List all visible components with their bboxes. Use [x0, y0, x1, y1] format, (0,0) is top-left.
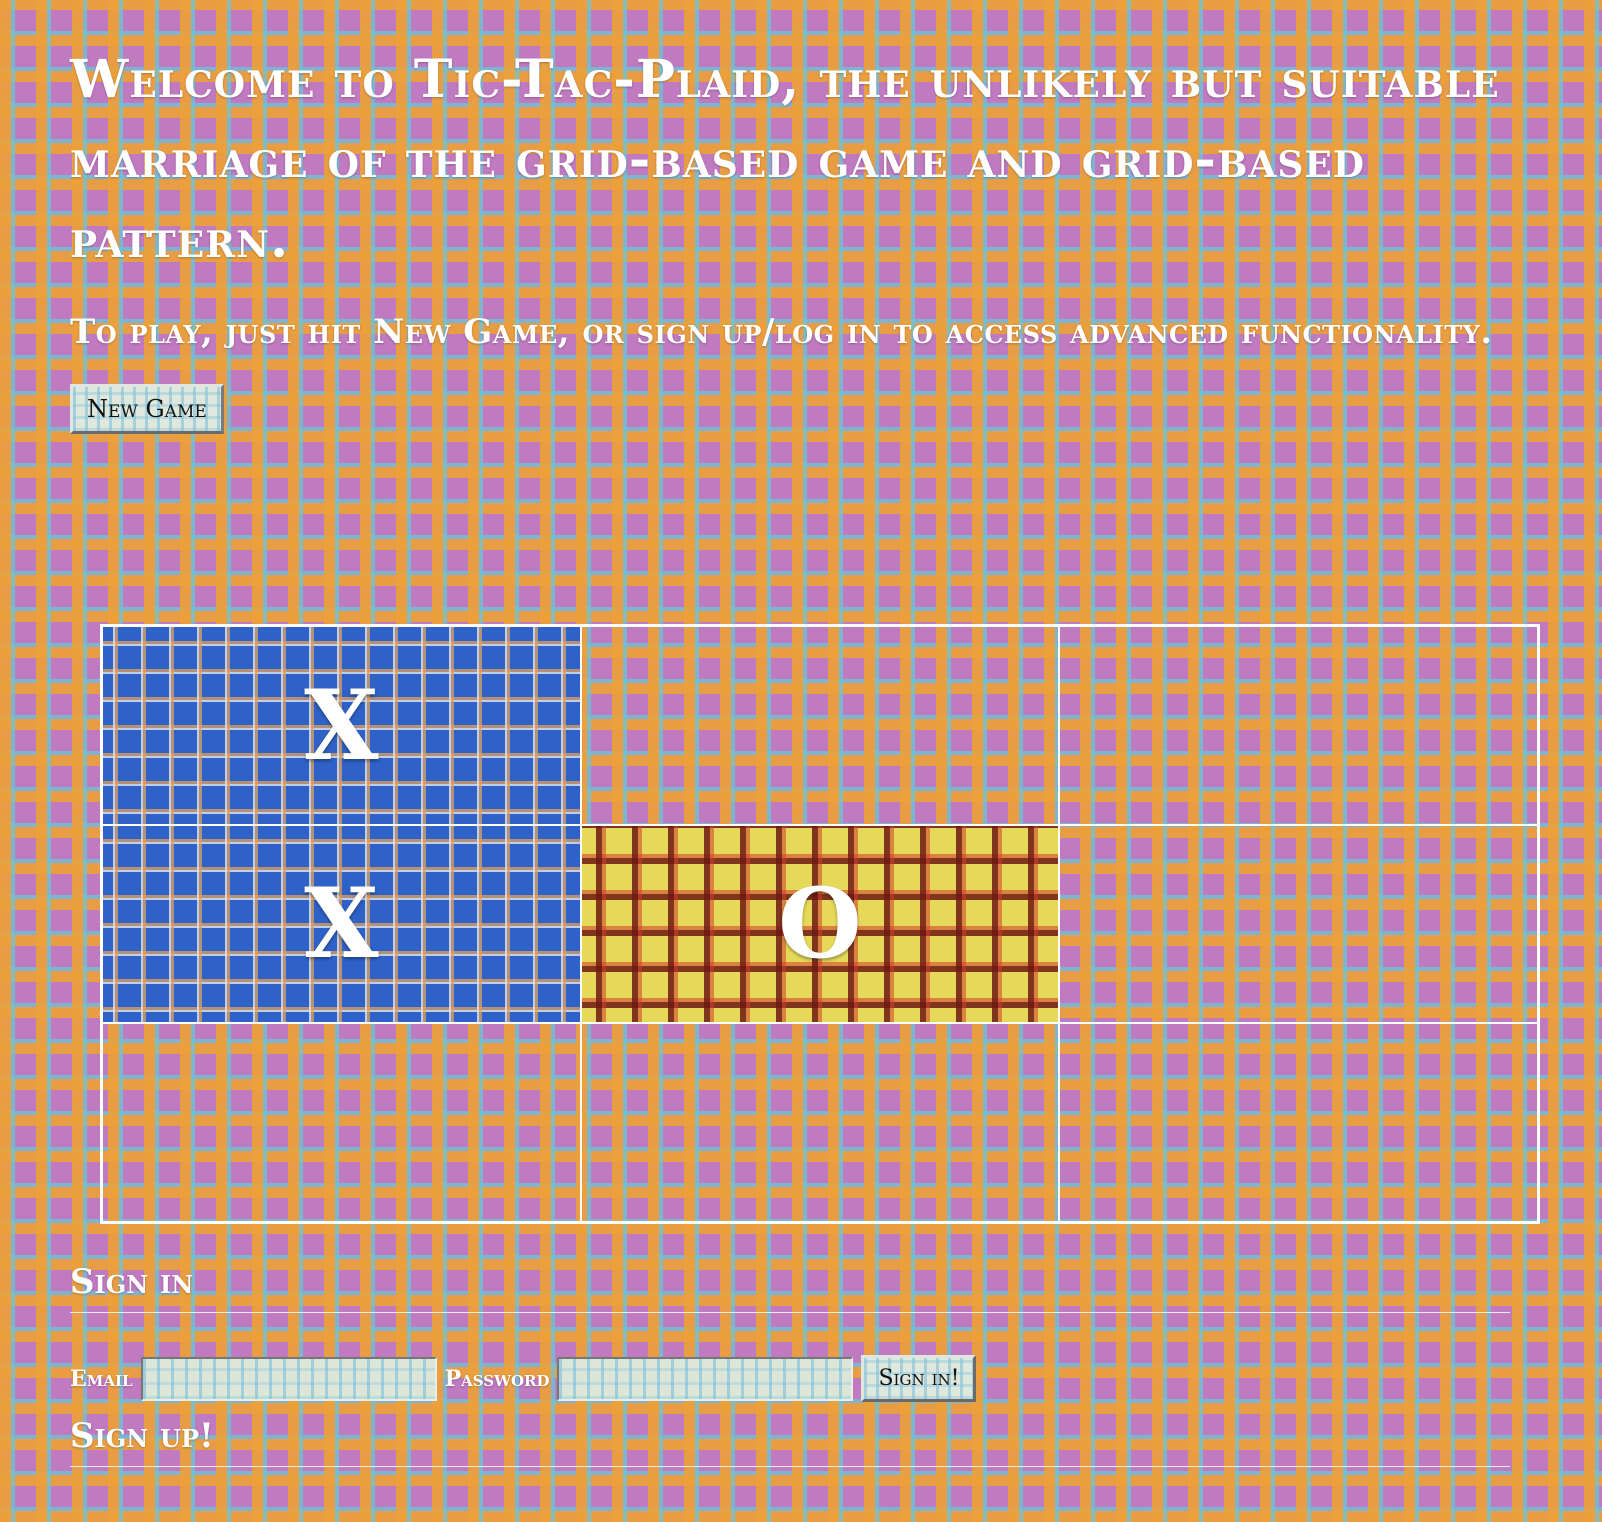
signin-button[interactable]: Sign in! [861, 1355, 977, 1402]
password-field[interactable] [557, 1356, 854, 1401]
board-cell-5[interactable]: O [580, 824, 1060, 1024]
new-game-button[interactable]: New Game [70, 384, 224, 434]
signup-link[interactable]: Sign up! [70, 1416, 1510, 1467]
board-cell-6[interactable] [1059, 824, 1538, 1024]
welcome-heading: Welcome to Tic-Tac-Plaid, the unlikely b… [70, 49, 1500, 270]
board-cell-7[interactable] [102, 1023, 581, 1222]
game-board: X X O [100, 624, 1540, 1224]
board-cell-8[interactable] [580, 1023, 1060, 1222]
board-cell-1[interactable]: X [102, 626, 581, 825]
board-cell-9[interactable] [1059, 1023, 1538, 1222]
auth-section: Sign in Email Password Sign in! Sign up! [70, 1262, 1510, 1467]
signin-title: Sign in [70, 1262, 1510, 1313]
board-cell-2[interactable] [580, 626, 1060, 825]
board-cell-4[interactable]: X [102, 824, 581, 1024]
email-label: Email [70, 1365, 133, 1392]
instructions-text: To play, just hit New Game, or sign up/l… [70, 312, 1493, 352]
board-cell-3[interactable] [1059, 626, 1538, 825]
signin-form: Email Password Sign in! [70, 1355, 1510, 1402]
password-label: Password [444, 1365, 550, 1392]
intro-section: Welcome to Tic-Tac-Plaid, the unlikely b… [70, 40, 1510, 434]
email-field[interactable] [140, 1356, 437, 1401]
